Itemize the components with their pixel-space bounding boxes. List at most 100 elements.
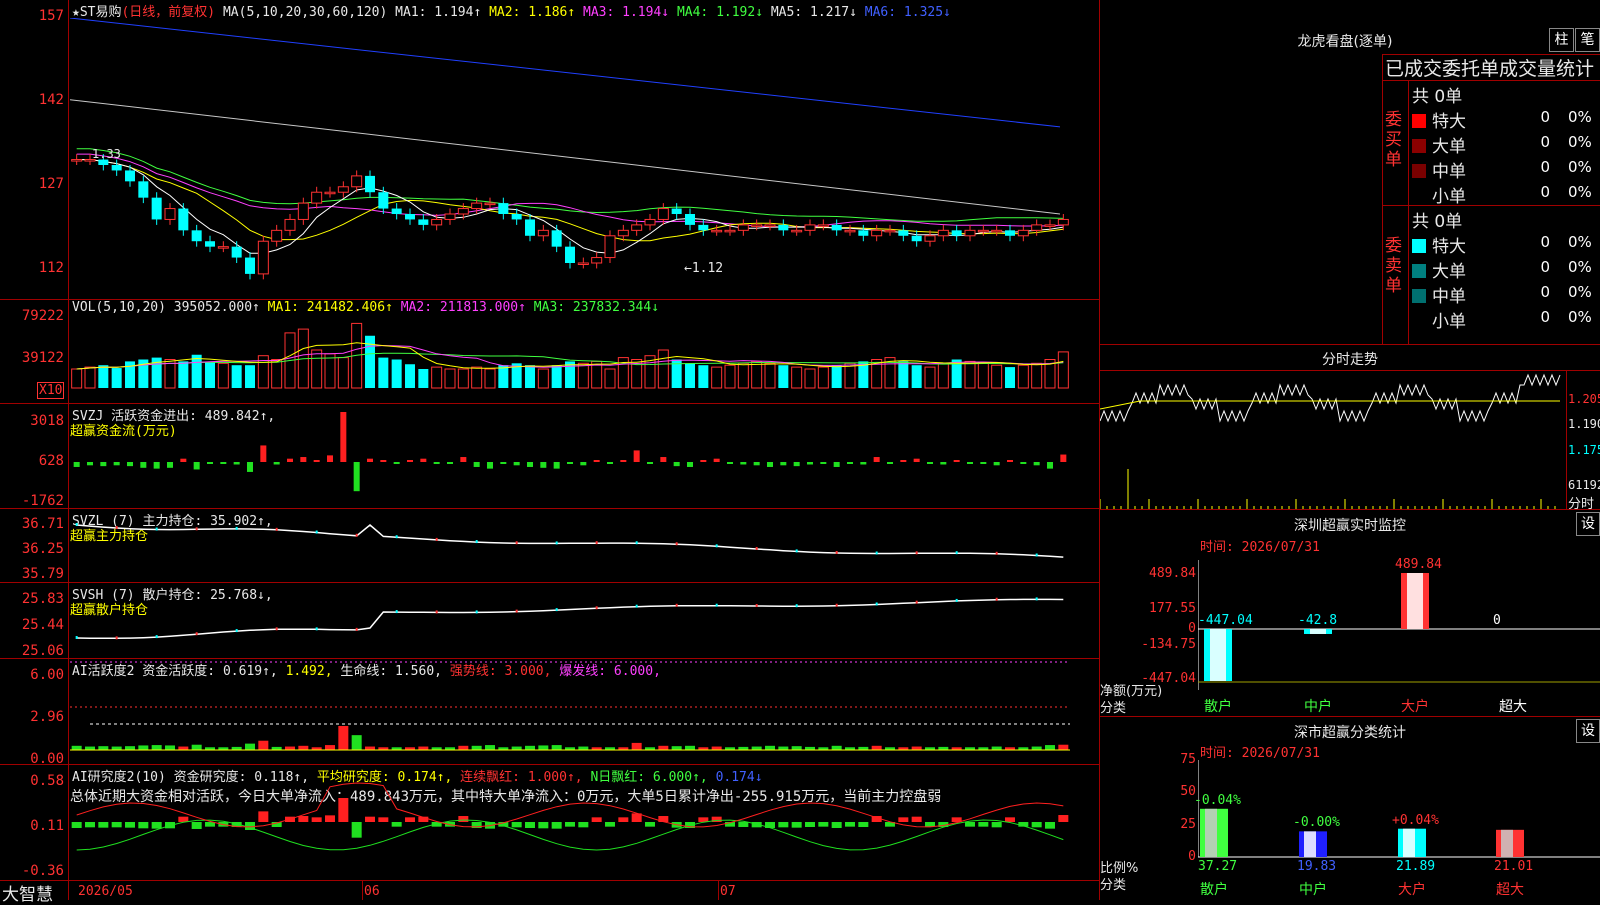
- tick-mark: [475, 610, 478, 614]
- vol-bar-up: [657, 349, 669, 389]
- tick-mark: [955, 551, 958, 555]
- research-bar: [138, 822, 149, 829]
- ai1-chart[interactable]: [70, 659, 1098, 763]
- cls-ytick: 75: [1180, 752, 1196, 767]
- sz-ytick: 489.84: [1149, 566, 1196, 581]
- stat-percent: 0%: [1568, 158, 1592, 176]
- activity-bar: [111, 746, 122, 750]
- sz-xtick: 超大: [1499, 699, 1527, 715]
- candle-down: [418, 219, 429, 225]
- research-bar: [858, 822, 869, 827]
- tick-mark: [755, 546, 758, 550]
- ai2-chart[interactable]: [70, 765, 1098, 879]
- ai2-ytick: 0.11: [30, 818, 64, 834]
- activity-bar: [671, 746, 682, 750]
- candle-up: [817, 224, 829, 227]
- tick-mark: [675, 603, 678, 607]
- cls-bar-value: 37.27: [1198, 859, 1238, 874]
- candle-down: [498, 203, 509, 214]
- tick-mark: [315, 530, 318, 534]
- research-bar: [791, 822, 802, 828]
- stat-label: 中单: [1432, 162, 1466, 182]
- flow-bar: [660, 457, 667, 462]
- vol-bar-up: [324, 353, 336, 389]
- flow-bar: [820, 462, 827, 464]
- cls-bar-highlight: [1501, 829, 1513, 857]
- flow-bar: [940, 462, 947, 465]
- activity-bar: [778, 746, 789, 750]
- activity-bar: [1031, 746, 1042, 750]
- sz-settings-button[interactable]: 设: [1576, 512, 1600, 536]
- sz-monitor-chart[interactable]: [1198, 560, 1600, 690]
- research-bar: [578, 822, 589, 828]
- tick-mark: [595, 541, 598, 545]
- research-bar: [925, 822, 935, 827]
- bar-toggle-button[interactable]: 柱: [1549, 28, 1574, 52]
- research-bar: [618, 817, 629, 822]
- flow-bar: [233, 462, 240, 465]
- tick-mark: [275, 527, 278, 531]
- vol-bar-up: [711, 366, 723, 389]
- candle-down: [365, 175, 375, 193]
- date-tick: 06: [364, 884, 380, 899]
- activity-bar: [631, 742, 642, 750]
- candle-down: [525, 219, 535, 236]
- vol-bar-up: [537, 368, 549, 389]
- sell-side-label: 委卖单: [1385, 236, 1402, 296]
- cls-settings-button[interactable]: 设: [1576, 719, 1600, 743]
- color-square-icon: [1412, 189, 1426, 203]
- svzj-chart[interactable]: [70, 404, 1098, 507]
- candle-down: [565, 246, 575, 263]
- candle-down: [685, 214, 695, 225]
- vol-bar-down: [231, 365, 242, 388]
- tick-toggle-button[interactable]: 笔: [1575, 28, 1600, 52]
- flow-bar: [367, 458, 373, 462]
- brand-label: 大智慧: [2, 885, 53, 905]
- candle-up: [644, 218, 656, 226]
- svzl-chart[interactable]: [70, 509, 1098, 581]
- kline-chart[interactable]: [70, 18, 1098, 298]
- tick-mark: [1035, 597, 1038, 601]
- candle-up: [791, 229, 803, 233]
- activity-bar: [911, 746, 922, 750]
- ma5-line: [70, 99, 1061, 215]
- tick-mark: [235, 629, 238, 633]
- intraday-chart[interactable]: [1100, 371, 1566, 509]
- research-bar: [98, 822, 109, 828]
- candle-up: [324, 191, 336, 195]
- activity-bar: [165, 745, 175, 750]
- candle-up: [284, 218, 296, 231]
- candle-up: [711, 229, 723, 233]
- tick-mark: [315, 627, 318, 631]
- research-bar: [151, 822, 162, 829]
- vol-bar-up: [751, 360, 763, 389]
- activity-bar: [298, 745, 309, 750]
- svsh-chart[interactable]: [70, 583, 1098, 657]
- research-bar: [1045, 822, 1055, 829]
- candle-down: [378, 192, 389, 209]
- candle-down: [405, 214, 415, 220]
- tick-mark: [675, 542, 678, 546]
- activity-bar: [685, 745, 695, 750]
- ma4-line: [76, 148, 1064, 222]
- sz-monitor-title: 深圳超赢实时监控: [1294, 518, 1406, 534]
- stat-value: 0: [1540, 308, 1550, 326]
- stat-percent: 0%: [1568, 133, 1592, 151]
- sz-bar-value: 0: [1493, 613, 1501, 628]
- tick-mark: [715, 603, 718, 607]
- vol-bar-up: [1057, 351, 1069, 389]
- flow-bar: [793, 462, 800, 467]
- research-bar: [178, 816, 189, 822]
- sz-bar-highlight: [1407, 573, 1423, 629]
- cls-bar-change: -0.04%: [1194, 792, 1241, 808]
- vol-bar-up: [484, 368, 496, 389]
- candle-up: [1017, 229, 1029, 237]
- vol-bar-down: [418, 369, 429, 388]
- activity-bar: [485, 745, 495, 750]
- date-tick: 07: [720, 884, 736, 899]
- flow-bar: [567, 462, 573, 464]
- color-square-icon: [1412, 164, 1426, 178]
- candle-up: [431, 218, 443, 226]
- vol-chart[interactable]: [70, 300, 1098, 402]
- candle-down: [511, 214, 522, 220]
